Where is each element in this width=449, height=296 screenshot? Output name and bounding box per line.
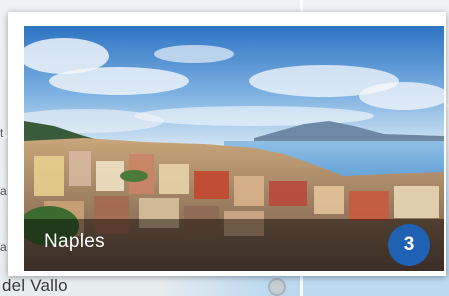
destination-card[interactable]: Naples 3	[8, 12, 446, 276]
photo-caption-bar: Naples 3	[24, 219, 444, 271]
map-label-fragment: t	[0, 126, 4, 140]
destination-title[interactable]: Naples	[44, 231, 105, 253]
map-label-fragment: a	[0, 184, 7, 198]
map-label-fragment: a	[0, 240, 7, 254]
count-badge[interactable]: 3	[388, 224, 430, 266]
naples-panorama-photo[interactable]: Naples 3	[24, 26, 444, 271]
map-marker-icon[interactable]	[268, 278, 286, 296]
map-street-label: del Vallo	[2, 276, 68, 295]
